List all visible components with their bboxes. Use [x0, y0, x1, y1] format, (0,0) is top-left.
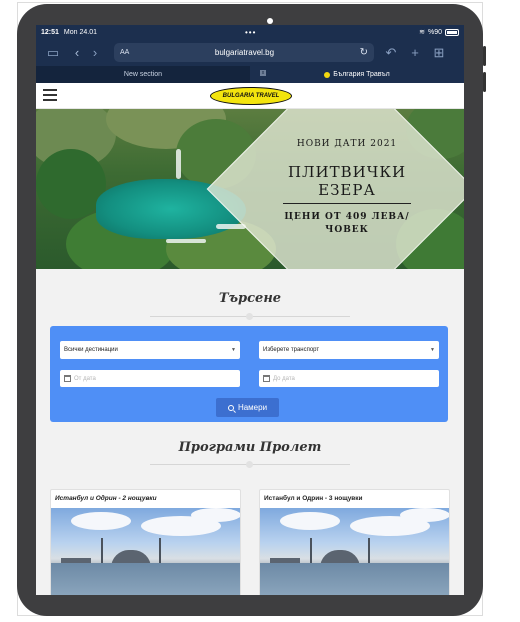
istanbul-image[interactable] — [51, 508, 240, 595]
calendar-icon — [263, 375, 270, 382]
programs-heading: Програми Пролет — [178, 440, 322, 455]
section-divider — [150, 461, 350, 468]
browser-toolbar: ▭ ‹ › AA bulgariatravel.bg ↻ ↶ + ⊞ — [36, 39, 464, 66]
volume-button — [483, 72, 486, 92]
search-section: Търсене — [36, 291, 464, 320]
reader-aa-button[interactable]: AA — [120, 49, 129, 56]
tabs-overview-icon[interactable]: ⊞ — [430, 44, 448, 62]
battery-icon — [445, 28, 459, 36]
multitask-dots[interactable]: ••• — [245, 28, 256, 37]
url-text[interactable]: bulgariatravel.bg — [129, 48, 359, 57]
search-heading: Търсене — [218, 291, 282, 306]
site-logo[interactable]: BULGARIA TRAVEL — [210, 87, 292, 105]
transport-select[interactable]: Изберете транспорт ▼ — [259, 341, 439, 359]
chevron-down-icon: ▼ — [430, 347, 435, 353]
calendar-icon — [64, 375, 71, 382]
card-title[interactable]: Истанбул и Одрин - 3 нощувки — [260, 490, 449, 507]
search-panel: Всички дестинации ▼ Изберете транспорт ▼ О… — [50, 326, 448, 422]
istanbul-image[interactable] — [260, 508, 449, 595]
camera-dot — [267, 18, 273, 24]
address-bar[interactable]: AA bulgariatravel.bg ↻ — [114, 43, 374, 62]
status-time: 12:51 — [41, 28, 59, 36]
section-divider — [150, 313, 350, 320]
hero-subtitle: НОВИ ДАТИ 2021 — [296, 139, 398, 149]
search-icon — [227, 404, 234, 411]
hero-price: ЦЕНИ ОТ 409 ЛЕВА/ ЧОВЕК — [284, 212, 410, 235]
site-header: BULGARIA TRAVEL — [36, 83, 464, 109]
program-card[interactable]: Истанбул и Одрин - 3 нощувки — [259, 489, 450, 595]
tab-close-icon[interactable]: x — [260, 70, 266, 76]
website: BULGARIA TRAVEL НОВИ ДАТИ 2021 ПЛИТВИЧКИ… — [36, 83, 464, 595]
chevron-down-icon: ▼ — [231, 347, 236, 353]
program-card[interactable]: Истанбул и Одрин - 2 нощувки — [50, 489, 241, 595]
tablet-screen: 12:51 Mon 24.01 ••• ≋ %90 ▭ ‹ › AA bulga… — [36, 25, 464, 595]
tab-new-section[interactable]: New section — [36, 66, 250, 83]
battery-percent: %90 — [427, 28, 442, 36]
hero-title: ПЛИТВИЧКИ ЕЗЕРА — [287, 163, 407, 199]
sidebar-icon[interactable]: ▭ — [44, 44, 62, 62]
new-tab-icon[interactable]: + — [406, 44, 424, 62]
to-date-field[interactable]: До дата — [259, 370, 439, 387]
forward-icon[interactable]: › — [86, 44, 104, 62]
tab-label: New section — [123, 71, 163, 78]
menu-icon[interactable] — [43, 89, 57, 101]
card-title[interactable]: Истанбул и Одрин - 2 нощувки — [51, 490, 240, 507]
favicon-icon — [324, 71, 331, 78]
hero-banner[interactable]: НОВИ ДАТИ 2021 ПЛИТВИЧКИ ЕЗЕРА ЦЕНИ ОТ 4… — [36, 109, 464, 269]
status-date: Mon 24.01 — [63, 28, 97, 36]
search-button[interactable]: Намери — [216, 398, 279, 417]
hero-text: НОВИ ДАТИ 2021 ПЛИТВИЧКИ ЕЗЕРА ЦЕНИ ОТ 4… — [272, 139, 422, 237]
share-icon[interactable]: ↶ — [382, 44, 400, 62]
from-date-field[interactable]: От дата — [60, 370, 240, 387]
volume-button — [483, 46, 486, 66]
hero-rule — [283, 203, 411, 204]
tab-bulgaria-travel[interactable]: България Травъл — [250, 66, 464, 83]
programs-section: Програми Пролет — [36, 440, 464, 468]
wifi-icon: ≋ — [419, 29, 425, 36]
back-icon[interactable]: ‹ — [68, 44, 86, 62]
destination-select[interactable]: Всички дестинации ▼ — [60, 341, 240, 359]
tab-bar: New section България Травъл — [36, 66, 464, 83]
reload-icon[interactable]: ↻ — [360, 47, 368, 58]
tab-label: България Травъл — [333, 71, 390, 78]
status-bar: 12:51 Mon 24.01 ••• ≋ %90 — [36, 25, 464, 39]
